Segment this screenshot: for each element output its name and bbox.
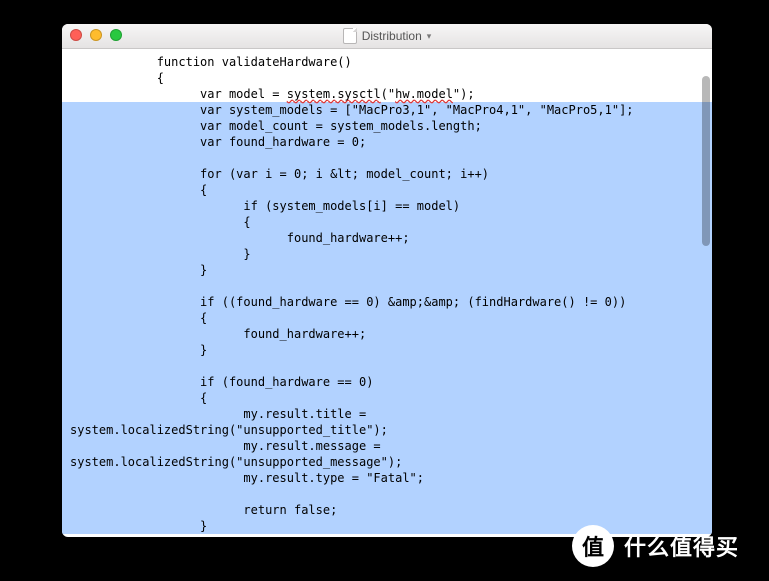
code-line[interactable]: my.result.title = (62, 406, 712, 422)
code-line[interactable]: system.localizedString("unsupported_titl… (62, 422, 712, 438)
code-line[interactable] (62, 150, 712, 166)
code-line[interactable]: for (var i = 0; i &lt; model_count; i++) (62, 166, 712, 182)
code-line[interactable]: my.result.message = (62, 438, 712, 454)
code-line[interactable]: var system_models = ["MacPro3,1", "MacPr… (62, 102, 712, 118)
code-line[interactable]: } (62, 246, 712, 262)
code-line[interactable]: { (62, 182, 712, 198)
code-line[interactable]: found_hardware++; (62, 326, 712, 342)
code-line[interactable]: function validateHardware() (62, 54, 712, 70)
code-line[interactable]: { (62, 214, 712, 230)
code-line[interactable]: system.localizedString("unsupported_mess… (62, 454, 712, 470)
code-line[interactable]: { (62, 70, 712, 86)
title-dropdown[interactable]: Distribution ▾ (62, 24, 712, 48)
document-icon (343, 28, 357, 44)
code-line[interactable]: my.result.type = "Fatal"; (62, 470, 712, 486)
code-line[interactable]: if (found_hardware == 0) (62, 374, 712, 390)
chevron-down-icon: ▾ (427, 31, 432, 42)
code-line[interactable]: var model = system.sysctl("hw.model"); (62, 86, 712, 102)
code-line[interactable]: } (62, 342, 712, 358)
code-line[interactable] (62, 486, 712, 502)
window-title: Distribution (362, 29, 422, 43)
code-line[interactable]: found_hardware++; (62, 230, 712, 246)
code-line[interactable]: { (62, 390, 712, 406)
watermark-text: 什么值得买 (624, 530, 739, 562)
titlebar: Distribution ▾ (62, 24, 712, 49)
code-line[interactable]: { (62, 310, 712, 326)
code-line[interactable] (62, 358, 712, 374)
watermark-badge: 值 什么值得买 (572, 525, 739, 567)
code-line[interactable]: if (system_models[i] == model) (62, 198, 712, 214)
scrollbar-thumb[interactable] (702, 76, 710, 246)
watermark-icon: 值 (572, 525, 614, 567)
code-line[interactable]: var found_hardware = 0; (62, 134, 712, 150)
code-line[interactable]: } (62, 262, 712, 278)
editor-viewport[interactable]: function validateHardware() { var model … (62, 48, 712, 537)
code-area[interactable]: function validateHardware() { var model … (62, 48, 712, 537)
code-line[interactable]: if ((found_hardware == 0) &amp;&amp; (fi… (62, 294, 712, 310)
code-line[interactable]: return false; (62, 502, 712, 518)
editor-window: Distribution ▾ function validateHardware… (62, 24, 712, 537)
code-line[interactable]: var model_count = system_models.length; (62, 118, 712, 134)
code-line[interactable] (62, 278, 712, 294)
